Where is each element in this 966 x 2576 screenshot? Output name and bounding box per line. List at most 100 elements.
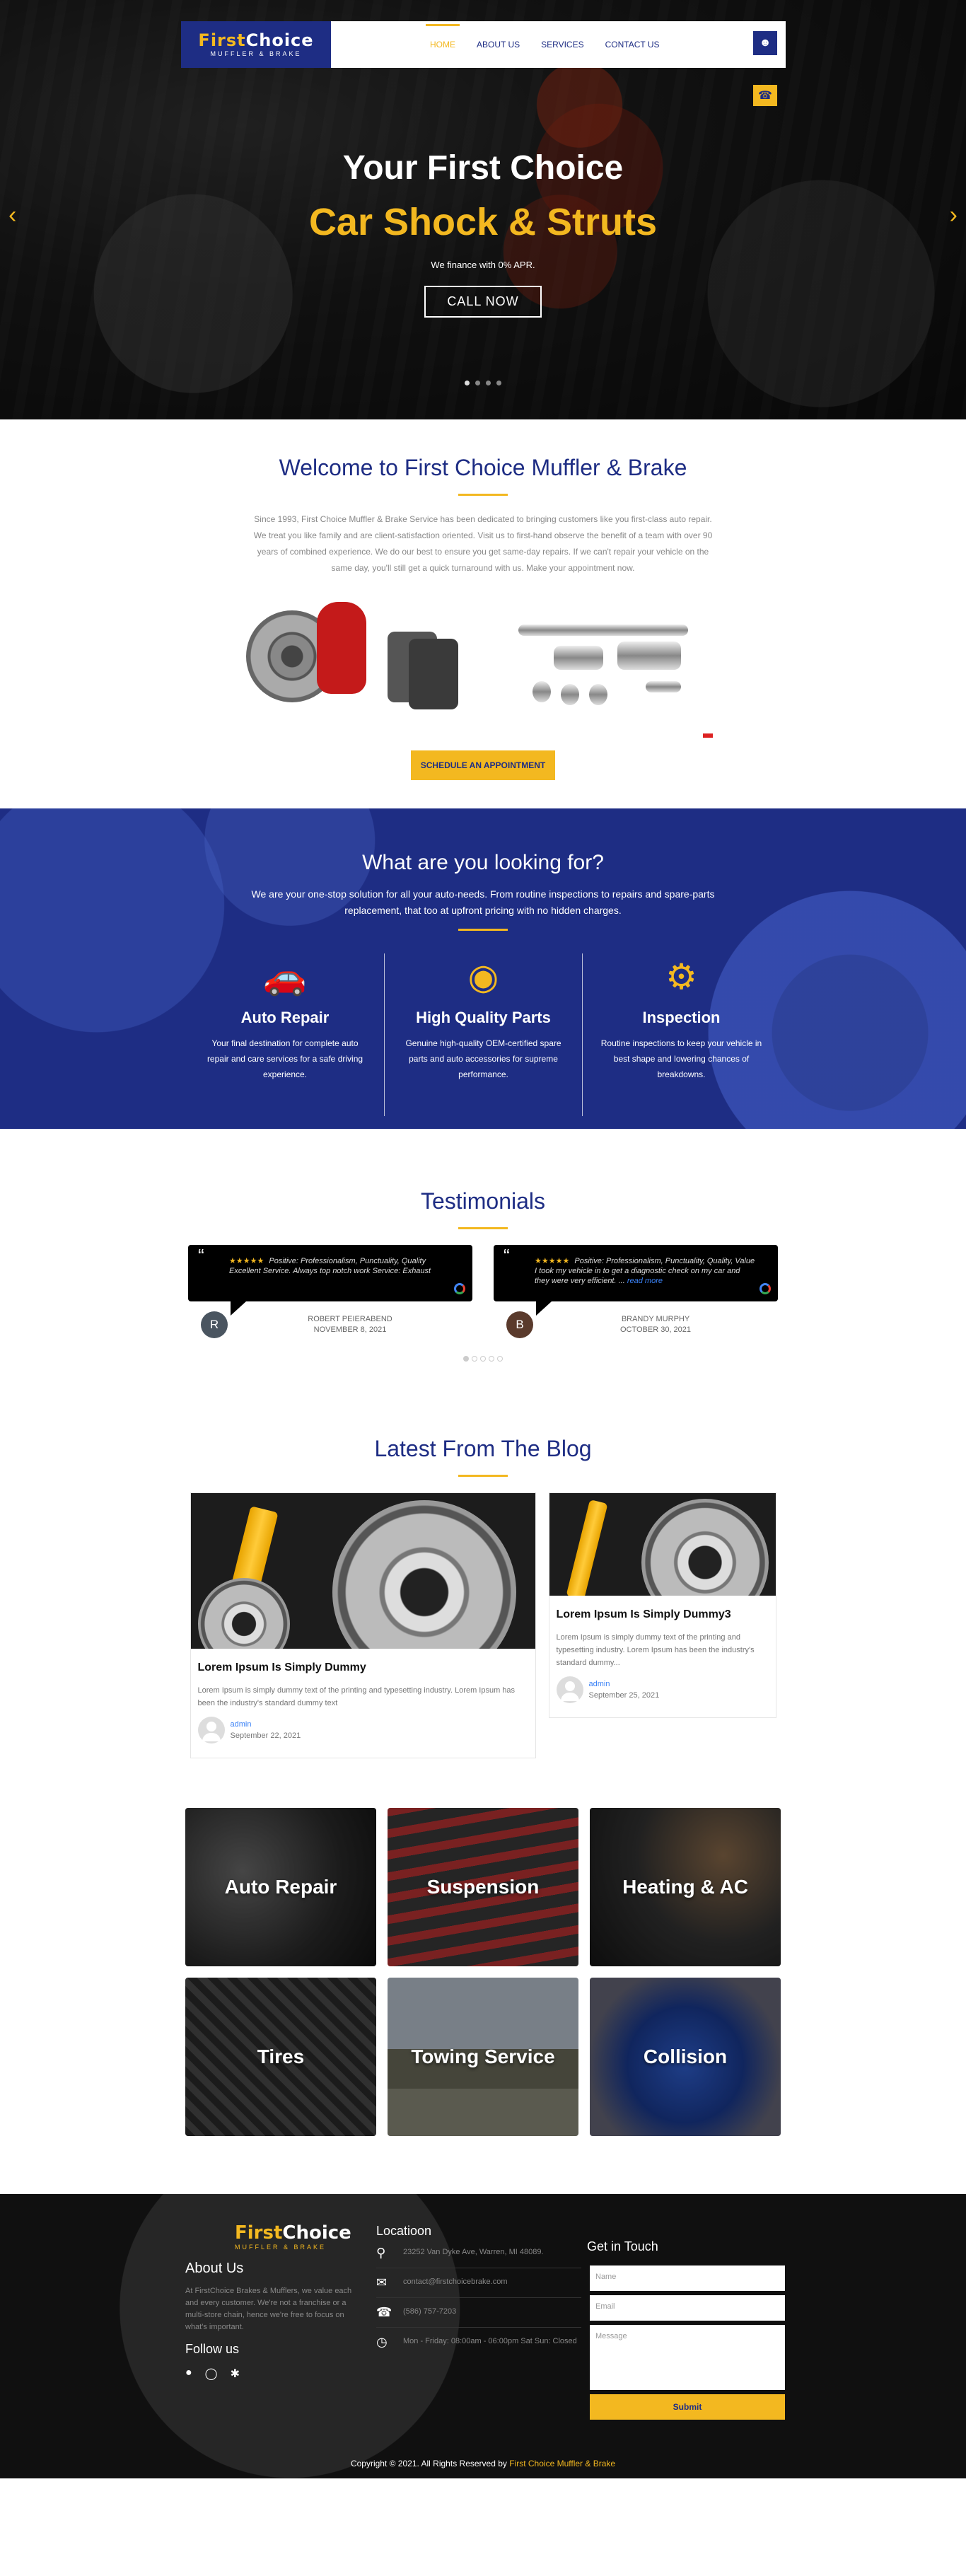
reviewer-name: BRANDY MURPHY (621, 1315, 690, 1323)
slider-dot[interactable] (496, 381, 501, 385)
carousel-dot[interactable] (472, 1356, 477, 1362)
slider-dot[interactable] (475, 381, 480, 385)
blog-section: Latest From The Blog Lorem Ipsum Is Simp… (0, 1408, 966, 1808)
hero-heading: Your First Choice (342, 149, 624, 187)
feature-inspection: ⚙ Inspection Routine inspections to keep… (582, 953, 780, 1116)
user-icon[interactable]: ☻ (753, 31, 777, 55)
rating-stars: ★★★★★ (229, 1257, 264, 1265)
slider-prev-arrow[interactable]: ‹ (8, 202, 16, 229)
name-field[interactable]: Name (590, 2265, 785, 2291)
feature-text: Genuine high-quality OEM-certified spare… (405, 1038, 561, 1079)
feature-quality-parts: ◉ High Quality Parts Genuine high-qualit… (384, 953, 582, 1116)
nav-services[interactable]: SERVICES (541, 25, 583, 64)
footer-location-title: Locatioon (376, 2224, 432, 2238)
testimonial-card: “ ★★★★★ Positive: Professionalism, Punct… (494, 1245, 778, 1338)
footer-about-title: About Us (185, 2261, 244, 2276)
envelope-icon: ✉ (376, 2275, 388, 2290)
hours-text: Mon - Friday: 08:00am - 06:00pm Sat Sun:… (403, 2337, 577, 2345)
looking-lead: We are your one-stop solution for all yo… (251, 888, 715, 916)
footer-contact: Get in Touch Name Email Message Submit (584, 2224, 785, 2420)
brake-disc-icon: ◉ (467, 957, 499, 997)
blog-card[interactable]: Lorem Ipsum Is Simply Dummy Lorem Ipsum … (190, 1492, 536, 1758)
feature-title: High Quality Parts (416, 1009, 551, 1026)
services-grid: Auto Repair Suspension Heating & AC Tire… (0, 1808, 966, 2194)
author-link[interactable]: admin (589, 1678, 660, 1690)
message-field[interactable]: Message (590, 2325, 785, 2390)
call-now-button[interactable]: CALL NOW (424, 286, 542, 318)
welcome-title: Welcome to First Choice Muffler & Brake (279, 455, 687, 480)
top-navbar: FirstChoice MUFFLER & BRAKE HOME ABOUT U… (181, 21, 786, 68)
phone-icon[interactable]: ☎ (753, 85, 777, 106)
services-intro-section: What are you looking for? We are your on… (0, 808, 966, 1129)
welcome-text: Since 1993, First Choice Muffler & Brake… (253, 514, 713, 573)
testimonial-card: “ ★★★★★ Positive: Professionalism, Punct… (188, 1245, 472, 1338)
schedule-appointment-button[interactable]: SCHEDULE AN APPOINTMENT (410, 750, 556, 780)
service-tile-collision[interactable]: Collision (590, 1978, 781, 2136)
main-nav: HOME ABOUT US SERVICES CONTACT US (426, 24, 660, 64)
blog-post-title[interactable]: Lorem Ipsum Is Simply Dummy (198, 1661, 528, 1674)
footer-about: FirstChoice MUFFLER & BRAKE About Us At … (185, 2224, 362, 2420)
service-tile-heating-ac[interactable]: Heating & AC (590, 1808, 781, 1966)
service-label: Heating & AC (622, 1876, 748, 1898)
google-icon (454, 1283, 465, 1294)
email-link[interactable]: contact@firstchoicebrake.com (403, 2275, 508, 2288)
service-tile-tires[interactable]: Tires (185, 1978, 376, 2136)
slider-dot[interactable] (465, 381, 470, 385)
title-divider (458, 1227, 508, 1229)
blog-image[interactable] (549, 1493, 776, 1596)
site-logo[interactable]: FirstChoice MUFFLER & BRAKE (181, 21, 331, 68)
contact-title: Get in Touch (587, 2239, 658, 2253)
post-date: September 22, 2021 (230, 1731, 301, 1740)
instagram-icon[interactable]: ◯ (205, 2367, 218, 2381)
testimonials-section: Testimonials “ ★★★★★ Positive: Professio… (0, 1129, 966, 1408)
copyright-text: Copyright © 2021. All Rights Reserved by (350, 2459, 507, 2468)
post-date: September 25, 2021 (588, 1691, 660, 1700)
feature-title: Inspection (642, 1009, 721, 1026)
service-tile-auto-repair[interactable]: Auto Repair (185, 1808, 376, 1966)
nav-home[interactable]: HOME (426, 24, 460, 64)
hero-slider: FirstChoice MUFFLER & BRAKE HOME ABOUT U… (0, 0, 966, 419)
email-field[interactable]: Email (590, 2295, 785, 2321)
phone-link[interactable]: (586) 757-7203 (403, 2305, 456, 2318)
site-footer: FirstChoice MUFFLER & BRAKE About Us At … (0, 2194, 966, 2478)
quote-icon: “ (198, 1245, 204, 1266)
slider-dots (0, 376, 966, 389)
reviewer-name: ROBERT PEIERABEND (308, 1315, 392, 1323)
service-label: Suspension (426, 1876, 540, 1898)
brake-pad-image (409, 639, 458, 709)
avatar: B (506, 1311, 533, 1338)
footer-logo[interactable]: FirstChoice MUFFLER & BRAKE (235, 2224, 362, 2251)
carousel-dot[interactable] (480, 1356, 486, 1362)
parts-image (246, 589, 720, 738)
clock-icon: ◷ (376, 2335, 388, 2349)
nav-about-us[interactable]: ABOUT US (477, 25, 520, 64)
testimonial-bubble: “ ★★★★★ Positive: Professionalism, Punct… (494, 1245, 778, 1316)
inspection-icon: ⚙ (665, 957, 697, 997)
nav-contact-us[interactable]: CONTACT US (605, 25, 660, 64)
carousel-dot[interactable] (489, 1356, 494, 1362)
carousel-dot[interactable] (463, 1356, 469, 1362)
image-badge (703, 733, 713, 738)
blog-image[interactable] (190, 1493, 535, 1649)
author-link[interactable]: admin (231, 1719, 301, 1730)
blog-card[interactable]: Lorem Ipsum Is Simply Dummy3 Lorem Ipsum… (548, 1492, 776, 1718)
slider-next-arrow[interactable]: › (950, 202, 958, 229)
slider-dot[interactable] (486, 381, 491, 385)
avatar (556, 1676, 583, 1703)
phone-icon: ☎ (376, 2305, 392, 2319)
service-label: Towing Service (411, 2046, 555, 2067)
read-more-link[interactable]: read more (627, 1277, 663, 1285)
feature-title: Auto Repair (240, 1009, 330, 1026)
yelp-icon[interactable]: ✱ (231, 2367, 240, 2381)
google-icon (760, 1283, 771, 1294)
copyright-brand-link[interactable]: First Choice Muffler & Brake (509, 2459, 615, 2468)
looking-title: What are you looking for? (362, 851, 604, 874)
submit-button[interactable]: Submit (590, 2394, 785, 2420)
blog-title: Latest From The Blog (374, 1436, 592, 1461)
carousel-dot[interactable] (497, 1356, 503, 1362)
contact-form: Name Email Message Submit (584, 2265, 785, 2420)
blog-post-title[interactable]: Lorem Ipsum Is Simply Dummy3 (557, 1608, 769, 1621)
service-tile-suspension[interactable]: Suspension (388, 1808, 578, 1966)
facebook-icon[interactable]: ● (185, 2367, 192, 2381)
service-tile-towing[interactable]: Towing Service (388, 1978, 578, 2136)
